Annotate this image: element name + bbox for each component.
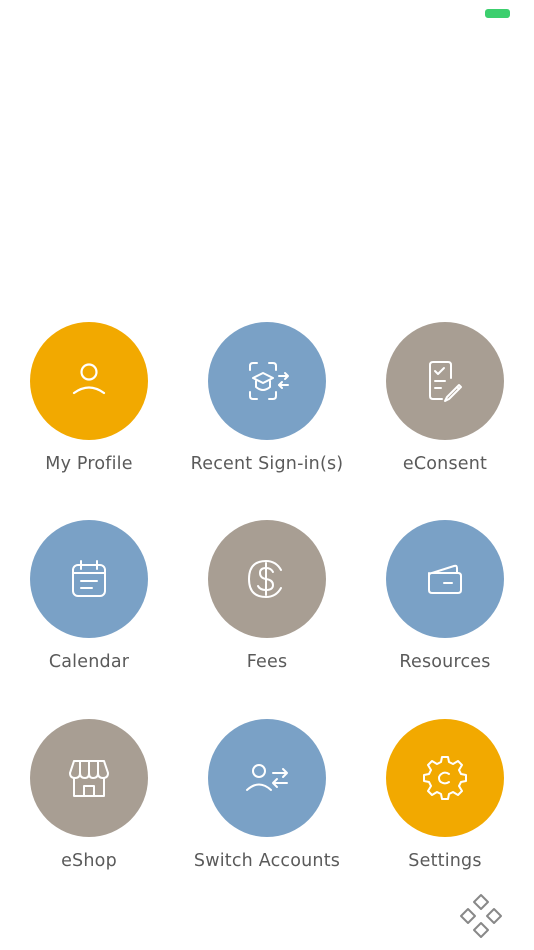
menu-item-label: Resources bbox=[399, 652, 491, 672]
calendar-icon bbox=[72, 560, 106, 597]
switch-accounts-circle[interactable] bbox=[208, 719, 326, 837]
signed-document-icon bbox=[429, 361, 462, 402]
menu-item-my-profile[interactable]: My Profile bbox=[0, 322, 178, 492]
menu-item-switch-accounts[interactable]: Switch Accounts bbox=[178, 719, 356, 889]
diamond-cluster-logo-icon bbox=[460, 894, 502, 938]
my-profile-circle[interactable] bbox=[30, 322, 148, 440]
fees-circle[interactable] bbox=[208, 520, 326, 638]
menu-item-label: Fees bbox=[246, 652, 288, 672]
resources-circle[interactable] bbox=[386, 520, 504, 638]
menu-item-label: eConsent bbox=[402, 454, 488, 474]
person-icon bbox=[72, 363, 106, 395]
econsent-circle[interactable] bbox=[386, 322, 504, 440]
wallet-icon bbox=[428, 564, 462, 594]
menu-item-label: Settings bbox=[408, 851, 482, 871]
menu-item-econsent[interactable]: eConsent bbox=[356, 322, 534, 492]
menu-item-recent-sign-ins[interactable]: Recent Sign-in(s) bbox=[178, 322, 356, 492]
menu-item-eshop[interactable]: eShop bbox=[0, 719, 178, 889]
storefront-icon bbox=[69, 760, 109, 797]
menu-item-settings[interactable]: Settings bbox=[356, 719, 534, 889]
menu-item-label: Calendar bbox=[48, 652, 130, 672]
status-bar bbox=[0, 0, 534, 30]
menu-item-label: Recent Sign-in(s) bbox=[190, 454, 344, 474]
recent-sign-ins-circle[interactable] bbox=[208, 322, 326, 440]
settings-circle[interactable] bbox=[386, 719, 504, 837]
dollar-icon bbox=[248, 560, 282, 598]
menu-item-label: My Profile bbox=[45, 454, 133, 474]
face-scan-switch-icon bbox=[249, 362, 289, 400]
menu-item-label: eShop bbox=[61, 851, 117, 871]
calendar-circle[interactable] bbox=[30, 520, 148, 638]
eshop-circle[interactable] bbox=[30, 719, 148, 837]
gear-icon bbox=[423, 756, 467, 800]
battery-icon bbox=[485, 9, 510, 18]
menu-item-calendar[interactable]: Calendar bbox=[0, 520, 178, 690]
menu-item-resources[interactable]: Resources bbox=[356, 520, 534, 690]
menu-item-label: Switch Accounts bbox=[193, 851, 341, 871]
menu-item-fees[interactable]: Fees bbox=[178, 520, 356, 690]
switch-user-icon bbox=[246, 764, 288, 791]
